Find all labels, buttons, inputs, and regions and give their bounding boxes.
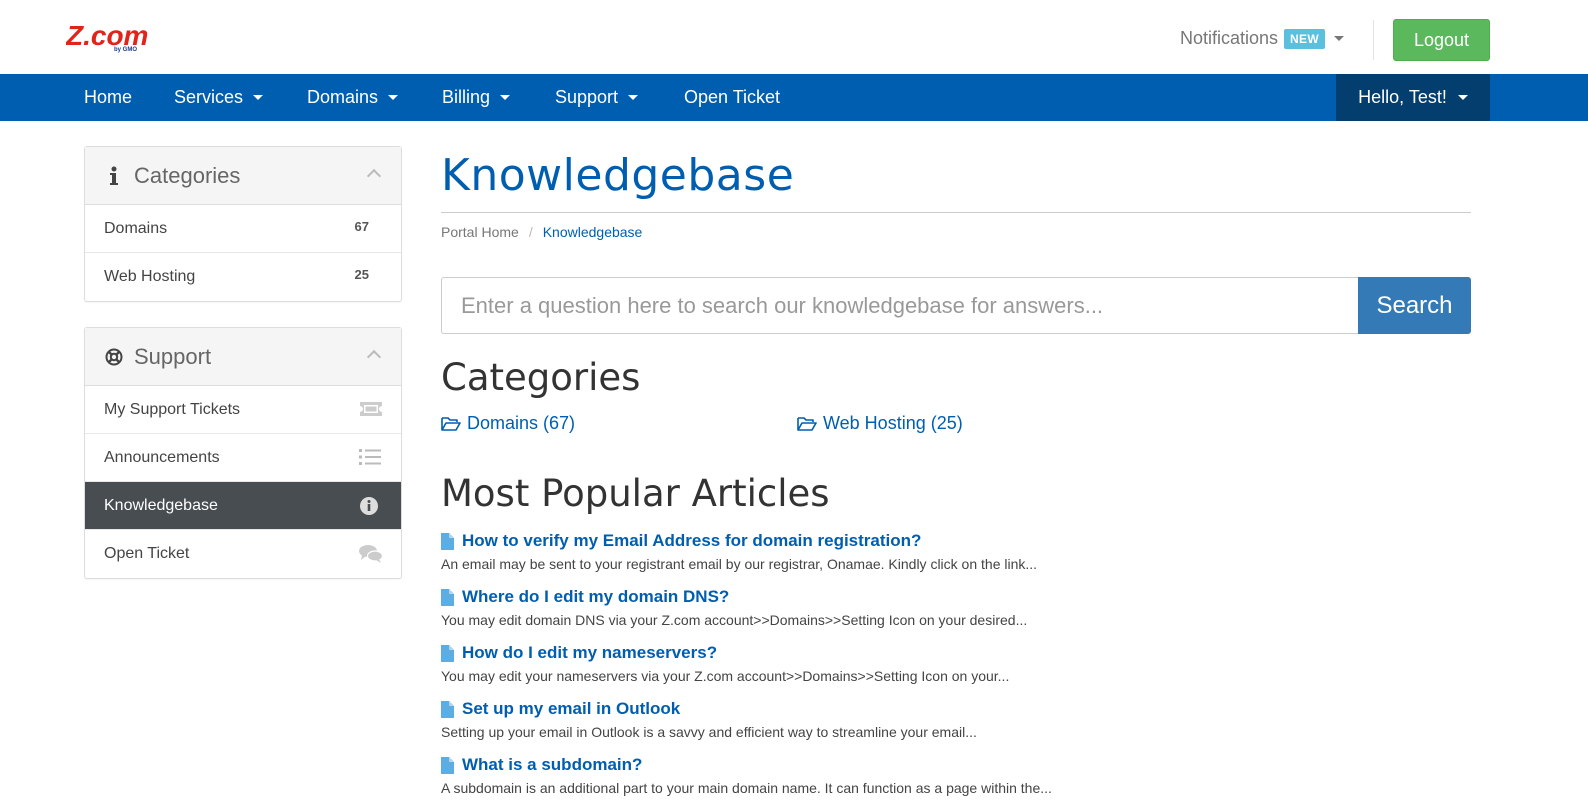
article-item: How to verify my Email Address for domai…	[441, 530, 1037, 572]
file-icon	[441, 588, 454, 606]
article-title: Where do I edit my domain DNS?	[462, 587, 730, 606]
sidebar-item-label: Web Hosting	[104, 268, 196, 285]
article-link[interactable]: How do I edit my nameservers?	[441, 642, 1009, 664]
nav-label: Open Ticket	[684, 87, 781, 107]
category-label: Domains (67)	[467, 413, 576, 433]
panel-title: Categories	[134, 162, 241, 188]
chevron-down-icon	[388, 95, 399, 100]
sidebar-item-my-support-tickets[interactable]: My Support Tickets	[85, 386, 401, 434]
sidebar-item-label: Domains	[104, 219, 168, 237]
search-button[interactable]: Search	[1358, 277, 1471, 334]
article-description: Setting up your email in Outlook is a sa…	[441, 724, 977, 740]
article-item: Where do I edit my domain DNS? You may e…	[441, 586, 1027, 628]
nav-domains[interactable]: Domains	[307, 74, 399, 121]
breadcrumb-separator: /	[528, 224, 533, 240]
nav-label: Home	[84, 87, 133, 107]
chevron-down-icon	[253, 95, 264, 100]
article-item: What is a subdomain? A subdomain is an a…	[441, 754, 1052, 796]
sidebar-item-open-ticket[interactable]: Open Ticket	[85, 530, 401, 578]
article-item: Set up my email in Outlook Setting up yo…	[441, 698, 977, 740]
comments-icon	[359, 544, 384, 564]
sidebar-item-label: My Support Tickets	[104, 400, 241, 418]
sidebar-item-label: Announcements	[104, 448, 220, 466]
article-link[interactable]: Set up my email in Outlook	[441, 698, 977, 720]
nav-support[interactable]: Support	[555, 74, 639, 121]
nav-services[interactable]: Services	[174, 74, 264, 121]
article-description: You may edit domain DNS via your Z.com a…	[441, 612, 1028, 628]
chevron-up-icon[interactable]	[366, 168, 382, 184]
article-item: How do I edit my nameservers? You may ed…	[441, 642, 1009, 684]
sidebar-item-label: Open Ticket	[104, 545, 190, 562]
nav-label: Services	[174, 87, 244, 107]
categories-heading: Categories	[441, 356, 641, 399]
breadcrumb-portal-home[interactable]: Portal Home	[441, 224, 519, 240]
file-icon	[441, 532, 454, 550]
info-circle-icon	[359, 496, 381, 516]
article-link[interactable]: What is a subdomain?	[441, 754, 1052, 776]
knowledgebase-search-input[interactable]: Enter a question here to search our know…	[441, 277, 1359, 334]
chevron-down-icon	[500, 95, 511, 100]
support-panel: Support My Support Tickets Announcements…	[84, 327, 402, 579]
article-title: Set up my email in Outlook	[462, 699, 681, 718]
file-icon	[441, 700, 454, 718]
article-link[interactable]: How to verify my Email Address for domai…	[441, 530, 1037, 552]
folder-open-icon	[797, 416, 817, 431]
categories-panel: Categories Domains 67 Web Hosting 25	[84, 146, 402, 302]
article-description: An email may be sent to your registrant …	[441, 556, 1038, 572]
breadcrumb: Portal Home / Knowledgebase	[441, 224, 642, 240]
article-description: You may edit your nameservers via your Z…	[441, 668, 1010, 684]
category-link-domains[interactable]: Domains (67)	[441, 413, 575, 434]
list-icon	[359, 448, 381, 468]
page-title: Knowledgebase	[441, 150, 795, 201]
breadcrumb-knowledgebase: Knowledgebase	[542, 224, 643, 240]
nav-open-ticket[interactable]: Open Ticket	[684, 74, 780, 121]
sidebar-item-web-hosting[interactable]: Web Hosting 25	[85, 253, 401, 301]
top-header: Z.com by GMO Notifications NEW Logout	[0, 0, 1588, 74]
svg-text:by GMO: by GMO	[114, 47, 137, 53]
support-panel-header[interactable]: Support	[85, 328, 401, 386]
sidebar-item-domains[interactable]: Domains 67	[85, 205, 401, 253]
nav-label: Support	[555, 87, 619, 107]
popular-articles-heading: Most Popular Articles	[441, 472, 830, 515]
notifications-menu[interactable]: Notifications NEW	[1180, 28, 1344, 49]
count-badge: 67	[354, 219, 369, 234]
category-link-web-hosting[interactable]: Web Hosting (25)	[797, 413, 963, 434]
folder-open-icon	[441, 416, 461, 431]
panel-title: Support	[134, 343, 212, 369]
file-icon	[441, 756, 454, 774]
new-badge: NEW	[1284, 28, 1325, 49]
count-badge: 25	[354, 267, 369, 282]
info-icon	[104, 166, 124, 186]
user-menu[interactable]: Hello, Test!	[1336, 74, 1490, 121]
categories-panel-header[interactable]: Categories	[85, 147, 401, 205]
article-title: How do I edit my nameservers?	[462, 643, 718, 662]
sidebar-item-knowledgebase[interactable]: Knowledgebase	[85, 482, 401, 530]
file-icon	[441, 644, 454, 662]
nav-home[interactable]: Home	[84, 74, 132, 121]
category-label: Web Hosting (25)	[823, 413, 963, 433]
chevron-down-icon	[1333, 36, 1344, 41]
logout-button[interactable]: Logout	[1393, 19, 1490, 61]
zcom-logo[interactable]: Z.com by GMO	[65, 20, 190, 54]
life-ring-icon	[104, 347, 124, 367]
notifications-label: Notifications	[1180, 28, 1279, 48]
nav-billing[interactable]: Billing	[442, 74, 511, 121]
article-description: A subdomain is an additional part to you…	[441, 780, 1052, 796]
nav-label: Domains	[307, 87, 379, 107]
ticket-icon	[359, 400, 382, 420]
sidebar-item-label: Knowledgebase	[104, 496, 218, 514]
chevron-down-icon	[628, 95, 639, 100]
chevron-down-icon	[1457, 95, 1468, 100]
article-link[interactable]: Where do I edit my domain DNS?	[441, 586, 1027, 608]
nav-label: Billing	[442, 87, 491, 107]
chevron-up-icon[interactable]	[366, 349, 382, 365]
title-divider	[441, 212, 1471, 213]
divider	[1373, 20, 1374, 60]
sidebar-item-announcements[interactable]: Announcements	[85, 434, 401, 482]
article-title: What is a subdomain?	[462, 755, 643, 774]
article-title: How to verify my Email Address for domai…	[462, 531, 922, 550]
user-greeting: Hello, Test!	[1358, 87, 1447, 107]
